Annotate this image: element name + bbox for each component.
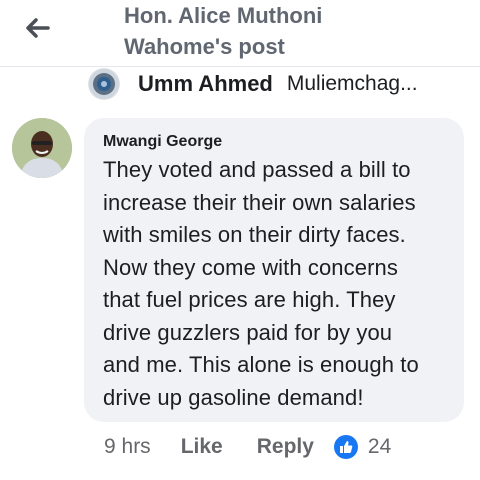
page-title-line2: Wahome's post (124, 34, 285, 59)
comment-line: drive up gasoline demand! (103, 384, 364, 410)
post-header: Hon. Alice Muthoni Wahome's post (0, 0, 480, 67)
page-title-line1: Hon. Alice Muthoni (124, 3, 323, 28)
comment-line: drive guzzlers paid for by you (103, 319, 393, 345)
reply-button[interactable]: Reply (257, 435, 314, 459)
reply-snippet: Muliemchag... (286, 72, 418, 95)
thumbs-up-icon[interactable] (333, 435, 358, 459)
reply-preview[interactable]: Umm Ahmed Muliemchag... (88, 66, 418, 102)
comment-actions: 9 hrs Like Reply 24 (104, 430, 391, 464)
comment-line: and me. This alone is enough to (103, 352, 419, 377)
comment-line: increase their their own salaries (103, 189, 416, 215)
comment-timestamp[interactable]: 9 hrs (104, 435, 151, 459)
reply-author-name[interactable]: Umm Ahmed (138, 71, 273, 97)
comment-line: They voted and passed a bill to (103, 157, 411, 182)
comment-text: They voted and passed a bill to increase… (103, 154, 446, 414)
comment-bubble: Mwangi George They voted and passed a bi… (84, 118, 464, 422)
reaction-count[interactable]: 24 (368, 435, 391, 459)
comment-line: with smiles on their dirty faces. (103, 222, 406, 247)
back-button[interactable] (22, 13, 52, 43)
like-button[interactable]: Like (181, 435, 223, 459)
comment-line: that fuel prices are high. They (103, 287, 396, 312)
avatar[interactable] (12, 118, 72, 178)
seal-avatar-icon[interactable] (88, 68, 120, 100)
comment-author[interactable]: Mwangi George (103, 132, 446, 152)
arrow-left-icon (26, 18, 50, 38)
comment-line: Now they come with concerns (103, 254, 398, 280)
page-title: Hon. Alice Muthoni Wahome's post (124, 0, 444, 62)
